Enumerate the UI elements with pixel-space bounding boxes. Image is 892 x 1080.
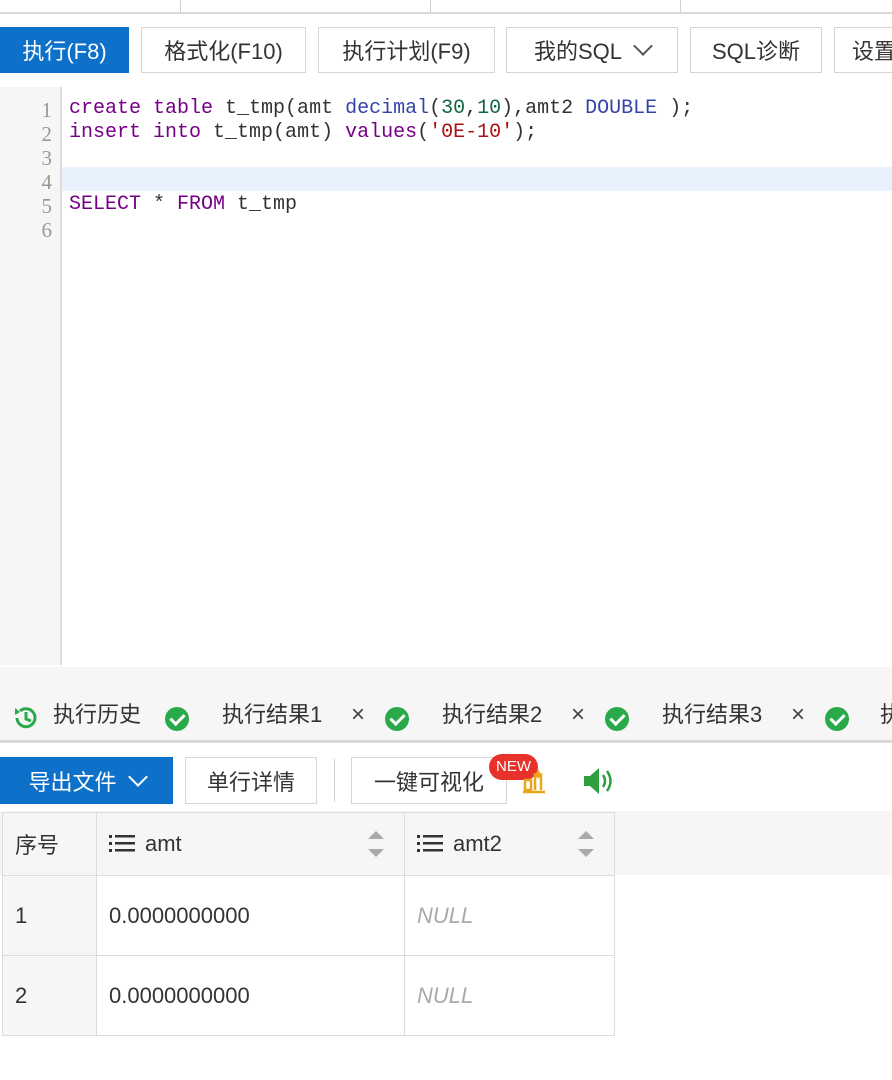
column-header-index: 序号 xyxy=(2,812,97,876)
table-row[interactable]: 2 0.0000000000 NULL xyxy=(2,955,615,1036)
settings-button[interactable]: 设置 xyxy=(834,27,892,73)
list-icon xyxy=(109,835,135,852)
history-icon xyxy=(15,707,37,729)
column-header-label: 序号 xyxy=(15,833,60,858)
row-detail-label: 单行详情 xyxy=(206,769,295,795)
visualize-label: 一键可视化 xyxy=(373,769,484,795)
success-check-icon xyxy=(385,707,409,731)
code-line-1: create table t_tmp(amt decimal(30,10),am… xyxy=(69,97,693,121)
row-detail-button[interactable]: 单行详情 xyxy=(185,757,317,804)
execution-plan-label: 执行计划(F9) xyxy=(342,39,471,64)
number-literal: 10 xyxy=(477,97,502,120)
string-literal: '0E-10' xyxy=(429,121,514,144)
amt-cell[interactable]: 0.0000000000 xyxy=(96,955,405,1036)
my-sql-label: 我的SQL xyxy=(533,39,623,64)
format-button-label: 格式化(F10) xyxy=(164,39,283,64)
my-sql-dropdown[interactable]: 我的SQL xyxy=(506,27,678,73)
export-file-dropdown[interactable]: 导出文件 xyxy=(0,757,173,804)
run-button-label: 执行(F8) xyxy=(22,39,107,64)
tab-separator xyxy=(180,0,181,12)
run-button[interactable]: 执行(F8) xyxy=(0,27,129,73)
code-area[interactable]: create table t_tmp(amt decimal(30,10),am… xyxy=(62,87,892,665)
keyword: values xyxy=(345,121,418,144)
column-header-amt[interactable]: amt xyxy=(96,812,405,876)
number-literal: 30 xyxy=(441,97,466,120)
tab-result-4[interactable]: 执 xyxy=(880,697,892,729)
top-tab-strip xyxy=(0,0,892,14)
tab-separator xyxy=(430,0,431,12)
tab-execution-history[interactable]: 执行历史 xyxy=(53,697,141,729)
line-number: 5 xyxy=(41,194,53,218)
row-index-cell: 1 xyxy=(2,875,97,956)
result-tab-bar: 执行历史 执行结果1 × 执行结果2 × 执行结果3 × 执 xyxy=(0,667,892,743)
close-icon[interactable]: × xyxy=(351,701,365,729)
keyword: insert xyxy=(69,121,142,144)
amt-cell[interactable]: 0.0000000000 xyxy=(96,875,405,956)
type-name: DOUBLE xyxy=(585,97,658,120)
list-icon xyxy=(417,835,443,852)
amt2-cell[interactable]: NULL xyxy=(404,875,615,956)
code-text: t_tmp(amt xyxy=(213,97,346,120)
keyword: create xyxy=(69,97,142,120)
format-button[interactable]: 格式化(F10) xyxy=(141,27,306,73)
line-number: 1 xyxy=(41,98,53,122)
chart-wizard-icon[interactable] xyxy=(519,766,549,796)
type-name: decimal xyxy=(345,97,430,120)
keyword: SELECT xyxy=(69,193,142,216)
sql-editor[interactable]: 1 2 3 4 5 6 create table t_tmp(amt decim… xyxy=(0,87,892,665)
code-text: ),amt2 xyxy=(501,97,586,120)
code-text: ( xyxy=(417,121,430,144)
tab-result-2[interactable]: 执行结果2 xyxy=(442,697,542,729)
result-table: 序号 amt amt2 1 0.0000000000 NULL 2 0.0000… xyxy=(2,812,615,1036)
line-number: 4 xyxy=(41,170,53,194)
line-number: 6 xyxy=(41,218,53,242)
success-check-icon xyxy=(825,707,849,731)
row-index-cell: 2 xyxy=(2,955,97,1036)
column-header-amt2[interactable]: amt2 xyxy=(404,812,615,876)
code-text: * xyxy=(141,193,178,216)
column-header-label: amt xyxy=(145,831,182,856)
close-icon[interactable]: × xyxy=(571,701,585,729)
keyword: FROM xyxy=(177,193,226,216)
line-number: 3 xyxy=(41,146,53,170)
tab-result-3[interactable]: 执行结果3 xyxy=(662,697,762,729)
sort-icon[interactable] xyxy=(368,831,384,857)
keyword: table xyxy=(153,97,214,120)
code-text: ); xyxy=(657,97,694,120)
chevron-down-icon xyxy=(633,36,653,56)
sort-icon[interactable] xyxy=(578,831,594,857)
tab-separator xyxy=(680,0,681,12)
code-text: t_tmp xyxy=(225,193,298,216)
divider xyxy=(334,759,335,802)
sql-toolbar: 执行(F8) 格式化(F10) 执行计划(F9) 我的SQL SQL诊断 设置 xyxy=(0,27,892,75)
code-text: , xyxy=(465,97,478,120)
table-row[interactable]: 1 0.0000000000 NULL xyxy=(2,875,615,956)
line-number: 2 xyxy=(41,122,53,146)
code-line-5: SELECT * FROM t_tmp xyxy=(69,193,297,217)
current-line-highlight xyxy=(62,167,892,191)
keyword: into xyxy=(153,121,202,144)
code-text: ( xyxy=(429,97,442,120)
table-header-row: 序号 amt amt2 xyxy=(2,812,615,876)
execution-plan-button[interactable]: 执行计划(F9) xyxy=(318,27,495,73)
success-check-icon xyxy=(165,707,189,731)
close-icon[interactable]: × xyxy=(791,701,805,729)
amt2-cell[interactable]: NULL xyxy=(404,955,615,1036)
chevron-down-icon xyxy=(127,766,148,787)
export-file-label: 导出文件 xyxy=(28,769,117,795)
settings-label: 设置 xyxy=(852,39,892,64)
success-check-icon xyxy=(605,707,629,731)
code-text: t_tmp(amt) xyxy=(201,121,346,144)
one-click-visualize-button[interactable]: 一键可视化 xyxy=(351,757,507,804)
code-text: ); xyxy=(513,121,538,144)
sql-diagnose-button[interactable]: SQL诊断 xyxy=(690,27,822,73)
tab-result-1[interactable]: 执行结果1 xyxy=(222,697,322,729)
sql-diagnose-label: SQL诊断 xyxy=(711,39,801,64)
line-number-gutter: 1 2 3 4 5 6 xyxy=(0,87,62,665)
speaker-icon[interactable] xyxy=(581,764,617,798)
code-line-2: insert into t_tmp(amt) values('0E-10'); xyxy=(69,121,537,145)
column-header-label: amt2 xyxy=(453,831,502,856)
